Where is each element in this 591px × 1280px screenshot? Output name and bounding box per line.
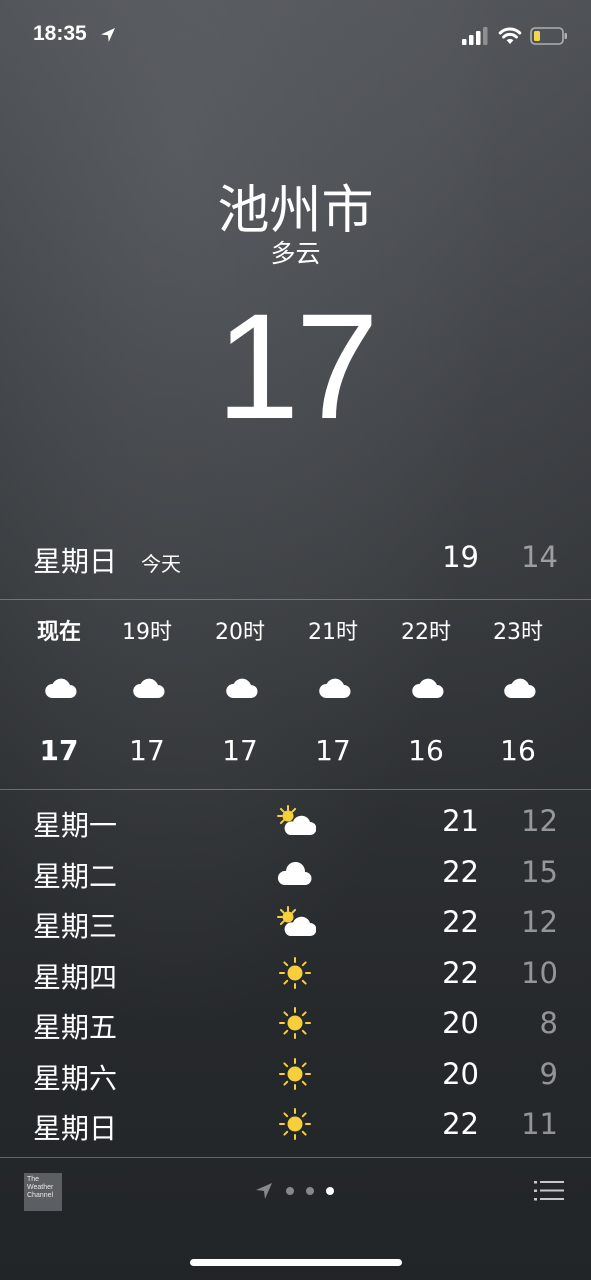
hour-temp: 16 [500,734,536,767]
hour-label: 22时 [401,620,451,645]
day-low: 10 [521,955,558,990]
today-high: 19 [442,540,479,574]
daily-row: 星期五 20 8 [0,1000,591,1051]
day-high: 21 [442,804,479,838]
day-high: 20 [442,1006,479,1040]
page-dot[interactable] [286,1187,294,1195]
hour-label: 23时 [493,620,543,645]
day-low: 11 [521,1107,558,1141]
hour-temp: 17 [129,734,165,767]
weather-condition: 多云 [270,239,321,268]
day-low: 15 [521,854,558,889]
current-temperature: 17 [216,282,379,450]
day-low: 12 [521,905,558,939]
hour-temp: 16 [408,734,444,767]
hour-label: 21时 [308,620,358,645]
day-label: 星期四 [33,960,118,994]
today-day-label: 星期日 [33,545,118,578]
daily-row: 星期四 22 10 [0,950,591,1001]
signal-icon [462,27,488,45]
daily-row: 星期六 20 9 [0,1051,591,1102]
today-low: 14 [521,540,558,574]
today-summary-row: 星期日 今天 19 14 [0,540,591,584]
cloud-icon [226,678,258,698]
cloud-icon [133,678,165,698]
city-name: 池州市 [217,181,374,241]
hour-label: 19时 [122,620,172,645]
hourly-forecast[interactable]: 现在 17 19时 17 20时 17 21时 17 22时 16 23时 16 [0,600,591,788]
day-low: 12 [521,804,558,838]
battery-icon [530,27,567,45]
hour-label: 20时 [215,620,265,645]
sun-icon [279,956,311,989]
hour-temp: 17 [222,734,258,767]
day-label: 星期五 [33,1011,118,1044]
page-dot[interactable] [306,1187,314,1195]
hourly-item: 23时 16 [472,600,564,788]
cloud-icon [45,678,77,698]
day-high: 22 [442,905,479,939]
day-label: 星期一 [33,809,118,842]
status-time: 18:35 [33,22,87,45]
location-arrow-icon [101,28,115,42]
home-indicator[interactable] [190,1259,402,1266]
day-high: 22 [442,1107,479,1141]
wifi-icon [498,27,522,44]
weather-channel-logo[interactable]: The Weather Channel [24,1173,62,1211]
partly-sunny-icon [277,805,316,835]
day-label: 星期三 [33,910,118,943]
cloud-icon [277,861,312,885]
cloud-icon [504,678,536,698]
daily-row: 星期二 22 15 [0,849,591,900]
day-low: 9 [539,1056,558,1091]
daily-row: 星期三 22 12 [0,899,591,950]
page-dot-active[interactable] [326,1187,334,1195]
sun-icon [279,1108,311,1140]
daily-forecast[interactable]: 星期一 21 12 星期二 22 15 星期三 22 12 星期四 22 10 … [0,798,591,1152]
today-tag: 今天 [141,552,181,576]
list-icon[interactable] [534,1180,564,1202]
day-high: 22 [442,854,479,889]
hourly-item: 20时 17 [194,600,286,788]
status-bar: 18:35 [0,0,591,72]
sun-icon [279,1057,311,1090]
daily-row: 星期一 21 12 [0,798,591,849]
location-arrow-icon[interactable] [255,1182,273,1200]
hour-temp: 17 [315,734,351,767]
hourly-item: 22时 16 [380,600,472,788]
hourly-item: 19时 17 [101,600,193,788]
day-label: 星期六 [33,1061,118,1095]
hourly-item: 21时 17 [287,600,379,788]
day-high: 22 [442,955,479,990]
daily-row: 星期日 22 11 [0,1101,591,1152]
day-low: 8 [539,1006,558,1040]
partly-sunny-icon [277,906,316,936]
hourly-item: 现在 17 [13,600,105,788]
day-label: 星期日 [33,1112,118,1145]
hour-label: 现在 [36,620,81,645]
day-high: 20 [442,1056,479,1091]
sun-icon [279,1007,311,1039]
cloud-icon [319,678,351,698]
footer-bar: The Weather Channel [0,1158,591,1280]
cloud-icon [412,678,444,698]
hour-temp: 17 [39,734,79,767]
divider [0,789,591,790]
day-label: 星期二 [33,859,118,893]
